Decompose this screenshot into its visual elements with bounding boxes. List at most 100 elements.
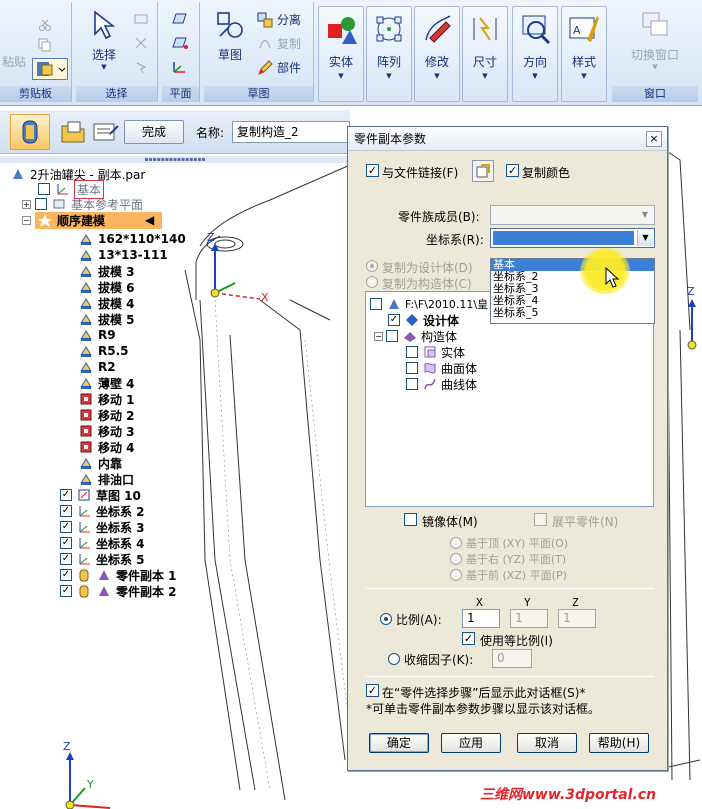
- part-button[interactable]: 部件: [256, 58, 301, 78]
- tree-feature-row[interactable]: 13*13-111: [78, 247, 172, 263]
- tree-checkbox[interactable]: ✓: [60, 521, 72, 533]
- panel-row-surface[interactable]: 曲面体: [406, 360, 477, 376]
- tree-feature-row[interactable]: 162*110*140: [78, 231, 190, 247]
- open-file-icon[interactable]: [60, 120, 88, 144]
- tree-checkbox[interactable]: ✓: [60, 505, 72, 517]
- tree-checkbox[interactable]: [35, 198, 47, 210]
- chevron-down-icon[interactable]: ▼: [637, 230, 653, 246]
- link-options-icon[interactable]: [472, 160, 494, 182]
- tree-row-ordered[interactable]: − 顺序建模 ◀: [22, 211, 163, 229]
- ribbon-tile-solid[interactable]: 实体 ▼: [318, 6, 364, 102]
- tree-checkbox[interactable]: ✓: [60, 553, 72, 565]
- tree-row-base-planes[interactable]: + 基本参考平面: [22, 196, 143, 212]
- tree-feature-row[interactable]: 薄壁 4: [78, 374, 139, 392]
- panel-checkbox[interactable]: [370, 298, 382, 310]
- tree-feature-row[interactable]: 拔模 6: [78, 278, 139, 296]
- tree-checkbox[interactable]: ✓: [60, 569, 72, 581]
- ribbon-tile-dimension[interactable]: 尺寸 ▼: [462, 6, 508, 102]
- sketch-button[interactable]: 草图: [210, 8, 250, 63]
- flatten-part-checkbox[interactable]: [534, 513, 547, 526]
- select-tool-icon-3[interactable]: [132, 58, 150, 76]
- tree-checkbox[interactable]: ✓: [60, 489, 72, 501]
- tree-feature-row[interactable]: R2: [78, 359, 120, 375]
- paste-button[interactable]: 粘贴: [2, 52, 26, 72]
- scale-radio[interactable]: [380, 613, 392, 625]
- mirror-body-checkbox[interactable]: [404, 513, 417, 526]
- tree-feature-row[interactable]: ✓ 草图 10: [60, 486, 145, 504]
- finish-button[interactable]: 完成: [124, 120, 184, 144]
- tree-feature-row[interactable]: ✓ 坐标系 5: [60, 550, 149, 568]
- tree-checkbox[interactable]: ✓: [60, 537, 72, 549]
- select-tool-icon-1[interactable]: [132, 10, 150, 28]
- scale-x-input[interactable]: 1: [462, 609, 500, 628]
- ribbon-tile-orient[interactable]: 方向 ▼: [512, 6, 558, 102]
- tree-feature-row[interactable]: ✓ 零件副本 1: [60, 566, 181, 584]
- ok-button[interactable]: 确定: [369, 733, 429, 753]
- separate-button[interactable]: 分离: [256, 10, 301, 30]
- tree-feature-row[interactable]: 排油口: [78, 470, 139, 488]
- tree-feature-row[interactable]: ✓ 坐标系 3: [60, 518, 149, 536]
- panel-row-construct[interactable]: − 构造体: [374, 328, 457, 344]
- plane-icon-1[interactable]: [170, 10, 188, 28]
- copy-sketch-button[interactable]: 复制: [256, 34, 301, 54]
- collapse-toggle[interactable]: −: [22, 215, 31, 225]
- part-copy-step-button[interactable]: [10, 114, 50, 150]
- plane-icon-2[interactable]: [170, 34, 188, 52]
- tree-feature-row[interactable]: 移动 3: [78, 422, 139, 440]
- copy-as-design-radio[interactable]: [366, 260, 378, 272]
- tree-checkbox[interactable]: ✓: [60, 585, 72, 597]
- tree-checkbox[interactable]: [38, 183, 50, 195]
- select-tool-icon-2[interactable]: [132, 34, 150, 52]
- tree-feature-row[interactable]: ✓ 零件副本 2: [60, 582, 181, 600]
- coordinate-system-combo[interactable]: ▼: [490, 228, 655, 248]
- paste-special-button[interactable]: [32, 58, 68, 80]
- panel-checkbox[interactable]: [406, 346, 418, 358]
- tree-feature-row[interactable]: R5.5: [78, 343, 133, 359]
- ribbon-tile-modify[interactable]: 修改 ▼: [414, 6, 460, 102]
- panel-checkbox[interactable]: ✓: [388, 314, 400, 326]
- shrink-factor-radio[interactable]: [388, 653, 400, 665]
- panel-checkbox[interactable]: [406, 362, 418, 374]
- cut-icon[interactable]: [36, 16, 54, 34]
- parameters-icon[interactable]: [92, 120, 120, 144]
- panel-checkbox[interactable]: [406, 378, 418, 390]
- tree-feature-row[interactable]: 移动 1: [78, 390, 139, 408]
- close-icon[interactable]: ×: [646, 131, 662, 147]
- show-dialog-checkbox[interactable]: ✓: [366, 684, 379, 697]
- tree-feature-row[interactable]: 拔模 4: [78, 294, 139, 312]
- ribbon-tile-pattern[interactable]: 阵列 ▼: [366, 6, 412, 102]
- coordinate-system-option[interactable]: 坐标系_5: [491, 307, 654, 319]
- shrink-factor-input[interactable]: 0: [492, 649, 532, 668]
- copy-color-checkbox[interactable]: ✓: [506, 164, 519, 177]
- panel-row-curve[interactable]: 曲线体: [406, 376, 477, 392]
- select-button[interactable]: 选择 ▼: [84, 8, 124, 71]
- right-plane-radio[interactable]: [450, 553, 462, 565]
- tree-feature-row[interactable]: ✓ 坐标系 4: [60, 534, 149, 552]
- link-to-file-checkbox[interactable]: ✓: [366, 164, 379, 177]
- tree-feature-row[interactable]: 移动 2: [78, 406, 139, 424]
- copy-as-construct-radio[interactable]: [366, 276, 378, 288]
- coordinate-system-icon[interactable]: [170, 58, 188, 76]
- scale-z-input[interactable]: 1: [558, 609, 596, 628]
- collapse-toggle[interactable]: −: [374, 331, 383, 341]
- panel-row-solid[interactable]: 实体: [406, 344, 465, 360]
- front-plane-radio[interactable]: [450, 569, 462, 581]
- apply-button[interactable]: 应用: [441, 733, 501, 753]
- tree-feature-row[interactable]: ✓ 坐标系 2: [60, 502, 149, 520]
- tree-splitter[interactable]: ▪▪▪▪▪▪▪▪▪▪▪▪▪▪▪: [0, 156, 350, 163]
- name-input[interactable]: 复制构造_2: [232, 121, 350, 143]
- copy-icon[interactable]: [36, 36, 54, 54]
- tree-feature-row[interactable]: 拔模 3: [78, 262, 139, 280]
- panel-row-root[interactable]: F:\F\2010.11\皇: [370, 296, 488, 312]
- tree-feature-row[interactable]: 移动 4: [78, 438, 139, 456]
- tree-feature-row[interactable]: 拔模 5: [78, 310, 139, 328]
- switch-window-button[interactable]: 切换窗口 ▼: [612, 8, 698, 71]
- panel-checkbox[interactable]: [386, 330, 398, 342]
- tree-feature-row[interactable]: R9: [78, 327, 120, 343]
- cancel-button[interactable]: 取消: [517, 733, 577, 753]
- expand-toggle[interactable]: +: [22, 199, 31, 209]
- panel-row-design-body[interactable]: ✓ 设计体: [388, 312, 459, 328]
- help-button[interactable]: 帮助(H): [589, 733, 649, 753]
- tree-feature-row[interactable]: 内靠: [78, 454, 127, 472]
- ribbon-tile-style[interactable]: A 样式 ▼: [561, 6, 607, 102]
